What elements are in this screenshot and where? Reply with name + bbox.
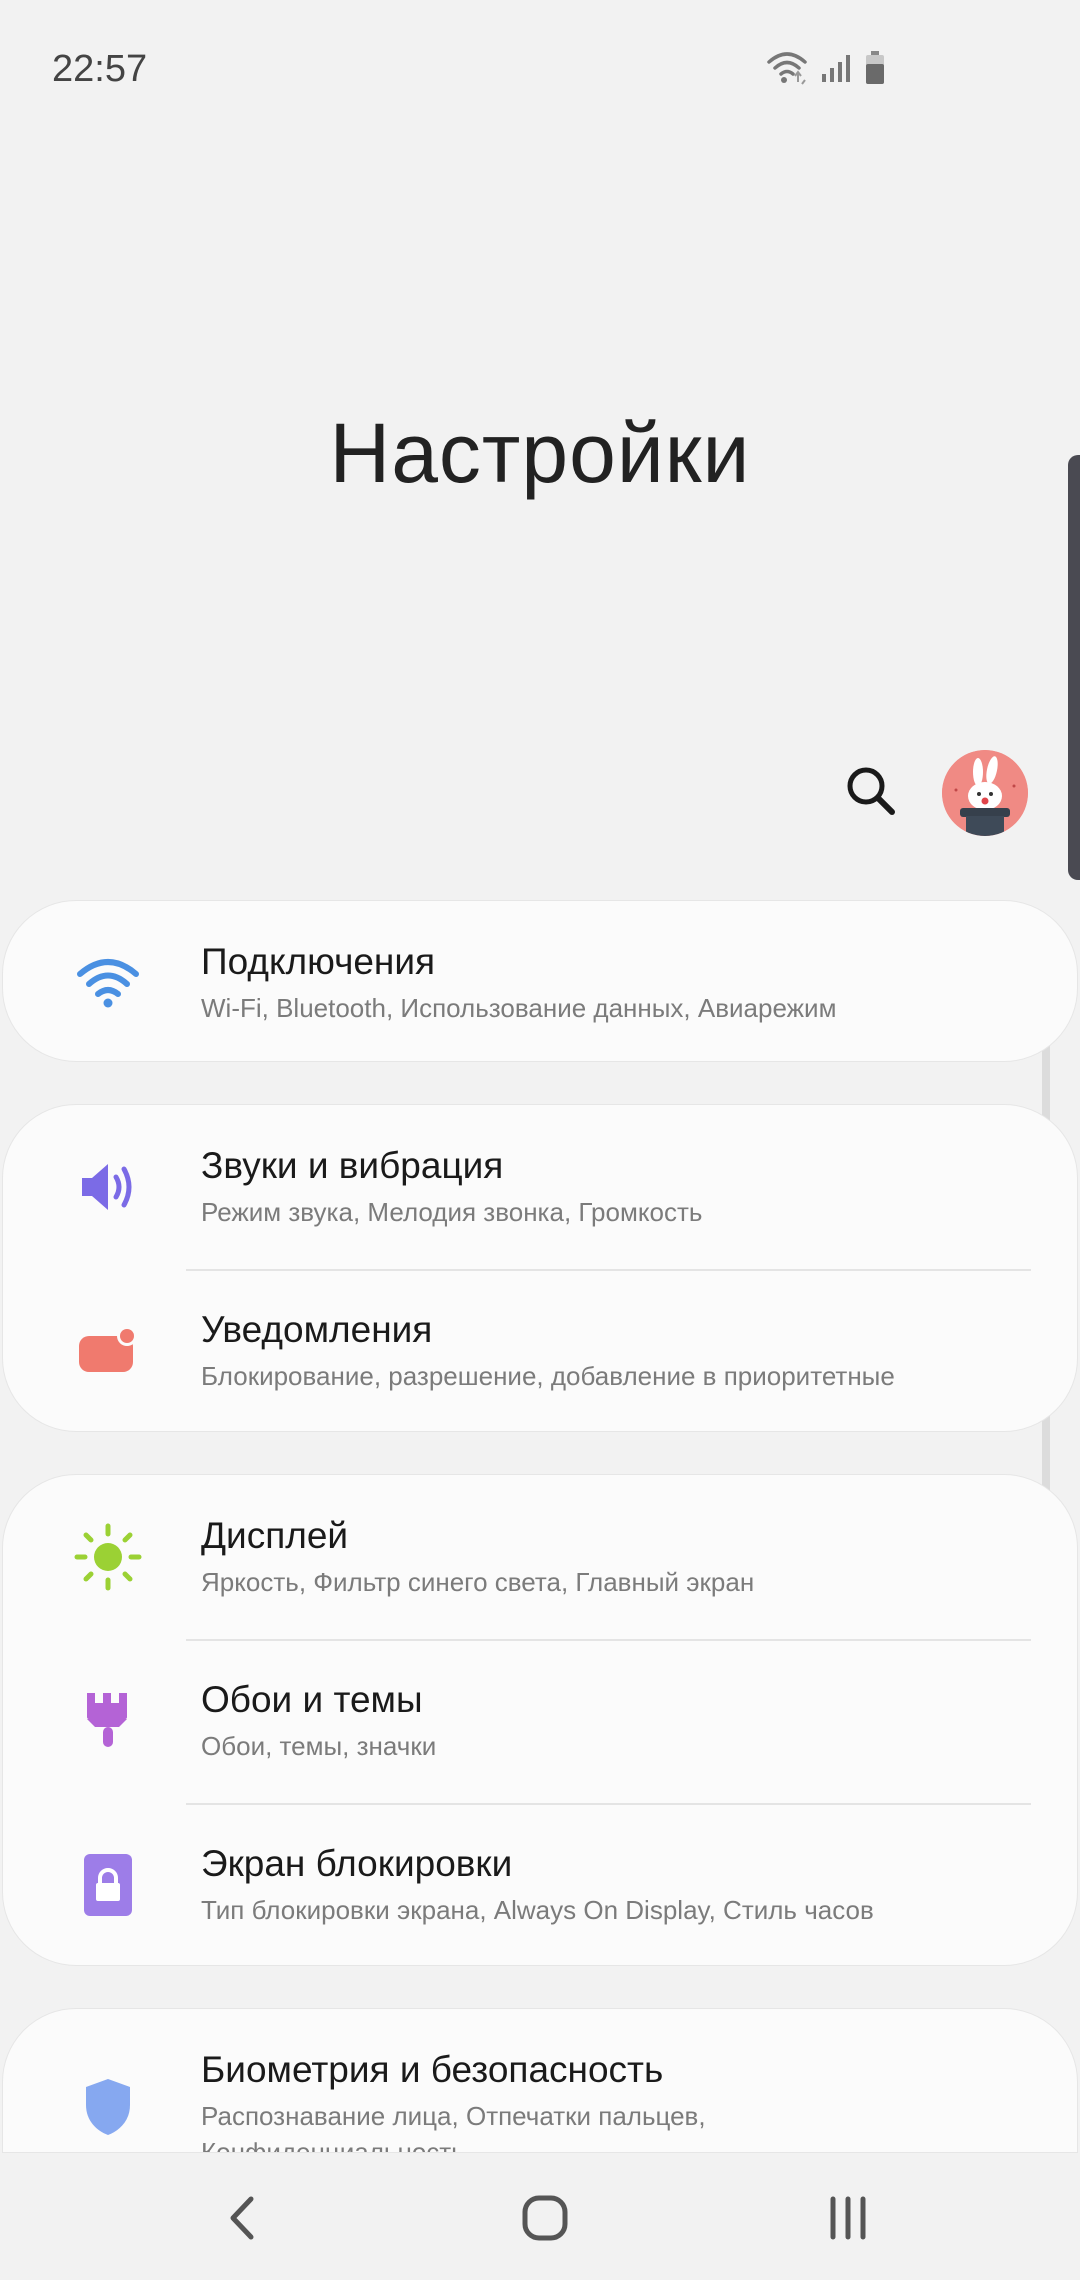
settings-item-sounds[interactable]: Звуки и вибрация Режим звука, Мелодия зв… xyxy=(3,1105,1077,1269)
header-actions xyxy=(840,750,1040,840)
recents-button[interactable] xyxy=(813,2183,883,2253)
home-button[interactable] xyxy=(510,2183,580,2253)
settings-item-subtitle: Wi-Fi, Bluetooth, Использование данных, … xyxy=(201,993,837,1023)
search-button[interactable] xyxy=(840,760,902,822)
settings-item-wallpapers[interactable]: Обои и темы Обои, темы, значки xyxy=(3,1639,1077,1803)
settings-item-title: Звуки и вибрация xyxy=(201,1145,504,1186)
rabbit-avatar-icon xyxy=(942,750,1028,836)
settings-item-title: Обои и темы xyxy=(201,1679,423,1720)
back-icon xyxy=(230,2196,254,2240)
wifi-icon xyxy=(73,947,143,1017)
settings-item-title: Подключения xyxy=(201,941,436,982)
lock-icon xyxy=(73,1850,143,1920)
settings-item-subtitle: Распознавание лица, Отпечатки пальцев, xyxy=(201,2101,706,2131)
settings-item-subtitle-line2: Конфиденциальность xyxy=(201,2137,465,2153)
settings-item-subtitle: Яркость, Фильтр синего света, Главный эк… xyxy=(201,1567,755,1597)
settings-group-display: Дисплей Яркость, Фильтр синего света, Гл… xyxy=(2,1474,1078,1966)
settings-item-title: Биометрия и безопасность xyxy=(201,2049,664,2090)
divider xyxy=(186,1639,1031,1641)
volume-icon xyxy=(73,1152,143,1222)
settings-item-biometrics[interactable]: Биометрия и безопасность Распознавание л… xyxy=(3,2009,1077,2153)
profile-avatar[interactable] xyxy=(942,750,1028,836)
status-time: 22:57 xyxy=(52,48,148,90)
settings-item-subtitle: Тип блокировки экрана, Always On Display… xyxy=(201,1895,874,1925)
settings-item-title: Дисплей xyxy=(201,1515,349,1556)
settings-item-subtitle: Режим звука, Мелодия звонка, Громкость xyxy=(201,1197,703,1227)
settings-item-lock-screen[interactable]: Экран блокировки Тип блокировки экрана, … xyxy=(3,1803,1077,1965)
page-title: Настройки xyxy=(329,406,751,500)
settings-group-sound-notifications: Звуки и вибрация Режим звука, Мелодия зв… xyxy=(2,1104,1078,1432)
notification-icon xyxy=(73,1316,143,1386)
divider xyxy=(186,1803,1031,1805)
search-icon xyxy=(847,767,895,815)
status-bar: 22:57 xyxy=(0,0,1080,140)
settings-item-connections[interactable]: Подключения Wi-Fi, Bluetooth, Использова… xyxy=(3,901,1077,1061)
settings-item-title: Уведомления xyxy=(201,1309,433,1350)
signal-icon xyxy=(822,55,850,82)
navigation-bar xyxy=(0,2155,1080,2280)
brush-icon xyxy=(73,1686,143,1756)
settings-item-subtitle: Блокирование, разрешение, добавление в п… xyxy=(201,1361,895,1391)
settings-group-connections: Подключения Wi-Fi, Bluetooth, Использова… xyxy=(2,900,1078,1062)
sun-icon xyxy=(73,1522,143,1592)
settings-group-biometrics: Биометрия и безопасность Распознавание л… xyxy=(2,2008,1078,2153)
back-button[interactable] xyxy=(208,2183,278,2253)
recents-icon xyxy=(830,2196,866,2240)
settings-item-subtitle: Обои, темы, значки xyxy=(201,1731,437,1761)
status-icons xyxy=(766,50,886,86)
wifi-icon xyxy=(767,52,807,85)
settings-item-display[interactable]: Дисплей Яркость, Фильтр синего света, Гл… xyxy=(3,1475,1077,1639)
battery-icon xyxy=(866,51,884,84)
edge-panel-handle[interactable] xyxy=(1068,455,1080,880)
settings-item-title: Экран блокировки xyxy=(201,1843,513,1884)
divider xyxy=(186,1269,1031,1271)
home-icon xyxy=(522,2195,568,2241)
settings-item-notifications[interactable]: Уведомления Блокирование, разрешение, до… xyxy=(3,1269,1077,1431)
shield-icon xyxy=(73,2072,143,2142)
